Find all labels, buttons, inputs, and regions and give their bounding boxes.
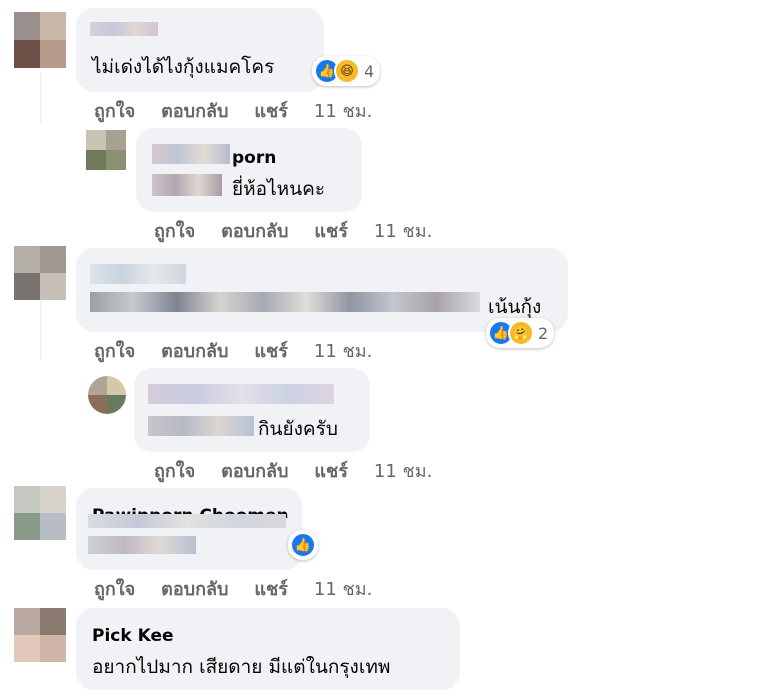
reply-bubble: porn ยี่ห้อไหนคะ <box>136 128 362 212</box>
comment-text: อยากไปมาก เสียดาย มีแต่ในกรุงเทพ <box>92 656 391 678</box>
comment-actions: ถูกใจ ตอบกลับ แชร์ 11 ชม. <box>154 456 432 485</box>
comment-text: กินยังครับ <box>258 418 338 440</box>
blurred-text <box>148 416 254 436</box>
timestamp[interactable]: 11 ชม. <box>314 96 372 125</box>
reaction-summary[interactable]: 👍 🤗 2 <box>486 318 555 348</box>
avatar[interactable] <box>14 12 66 68</box>
avatar[interactable] <box>14 486 66 540</box>
blurred-name <box>90 22 158 36</box>
reaction-count: 2 <box>538 323 549 343</box>
share-button[interactable]: แชร์ <box>254 96 288 125</box>
comment-actions: ถูกใจ ตอบกลับ แชร์ 11 ชม. <box>154 216 432 245</box>
timestamp[interactable]: 11 ชม. <box>374 456 432 485</box>
blurred-name <box>152 144 230 164</box>
comment-actions: ถูกใจ ตอบกลับ แชร์ 11 ชม. <box>94 336 372 365</box>
blurred-name <box>90 264 186 284</box>
avatar[interactable] <box>86 130 126 170</box>
blurred-text <box>90 292 480 312</box>
comment-actions: ถูกใจ ตอบกลับ แชร์ 11 ชม. <box>94 96 372 125</box>
blurred-name <box>88 514 286 528</box>
commenter-name[interactable]: porn <box>232 148 276 168</box>
avatar[interactable] <box>14 246 66 300</box>
comment-text: ยี่ห้อไหนคะ <box>232 178 326 200</box>
comment-bubble: ไม่เด่งได้ไงกุ้งแมคโคร <box>76 8 324 92</box>
comment-text: ไม่เด่งได้ไงกุ้งแมคโคร <box>92 56 275 78</box>
care-icon: 🤗 <box>508 320 534 346</box>
like-button[interactable]: ถูกใจ <box>94 574 135 603</box>
share-button[interactable]: แชร์ <box>254 574 288 603</box>
reply-button[interactable]: ตอบกลับ <box>161 96 228 125</box>
share-button[interactable]: แชร์ <box>314 456 348 485</box>
reply-button[interactable]: ตอบกลับ <box>221 456 288 485</box>
like-icon: 👍 <box>290 532 316 558</box>
haha-icon: 😆 <box>334 58 360 84</box>
timestamp[interactable]: 11 ชม. <box>374 216 432 245</box>
comment-bubble: Pawinporn Choomen <box>76 488 302 570</box>
timestamp[interactable]: 11 ชม. <box>314 336 372 365</box>
timestamp[interactable]: 11 ชม. <box>314 574 372 603</box>
blurred-name <box>148 384 334 404</box>
avatar[interactable] <box>14 608 66 662</box>
avatar[interactable] <box>88 376 126 414</box>
share-button[interactable]: แชร์ <box>314 216 348 245</box>
reaction-summary[interactable]: 👍 😆 4 <box>312 56 381 86</box>
reply-button[interactable]: ตอบกลับ <box>161 336 228 365</box>
commenter-name[interactable]: Pick Kee <box>92 626 174 646</box>
reaction-summary[interactable]: 👍 <box>288 530 318 560</box>
blurred-text <box>152 174 222 196</box>
like-button[interactable]: ถูกใจ <box>94 96 135 125</box>
blurred-text <box>88 536 196 554</box>
thread-line <box>40 300 42 360</box>
reply-button[interactable]: ตอบกลับ <box>161 574 228 603</box>
reply-button[interactable]: ตอบกลับ <box>221 216 288 245</box>
comment-bubble: Pick Kee อยากไปมาก เสียดาย มีแต่ในกรุงเท… <box>76 608 460 690</box>
reaction-count: 4 <box>364 61 375 81</box>
thread-line <box>40 72 42 124</box>
reply-bubble: กินยังครับ <box>134 368 370 452</box>
like-button[interactable]: ถูกใจ <box>94 336 135 365</box>
like-button[interactable]: ถูกใจ <box>154 456 195 485</box>
like-button[interactable]: ถูกใจ <box>154 216 195 245</box>
share-button[interactable]: แชร์ <box>254 336 288 365</box>
comment-actions: ถูกใจ ตอบกลับ แชร์ 11 ชม. <box>94 574 372 603</box>
